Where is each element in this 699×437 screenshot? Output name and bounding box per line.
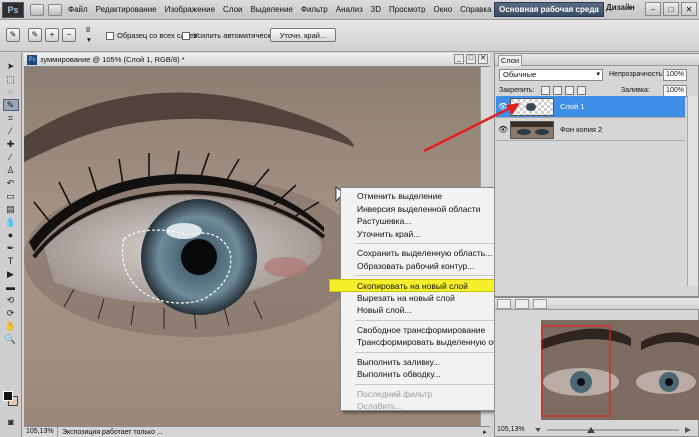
- opacity-input[interactable]: 100%: [663, 69, 687, 81]
- document-badge-icon: Ps: [27, 54, 37, 65]
- menu-image[interactable]: Изображение: [161, 5, 219, 14]
- auto-enhance-checkbox[interactable]: [182, 32, 190, 40]
- subtract-from-selection-icon[interactable]: −: [62, 28, 76, 42]
- lock-position-icon[interactable]: [565, 86, 574, 95]
- hand-tool-icon[interactable]: ✋: [3, 320, 19, 332]
- document-status-bar: 105,13% Экспозиция работает только ... ▸: [24, 426, 490, 437]
- menu-file[interactable]: Файл: [64, 5, 92, 14]
- layers-panel: Слои Обычные ▾ Непрозрачность: 100% Закр…: [494, 53, 699, 297]
- gradient-tool-icon[interactable]: ▤: [3, 203, 19, 215]
- doc-minimize-button[interactable]: _: [454, 54, 464, 64]
- document-title: зуммирование @ 105% (Слой 1, RGB/8) *: [40, 55, 185, 64]
- navigator-tab-icon[interactable]: [515, 299, 529, 309]
- navigator-thumbnail: [541, 320, 699, 420]
- blend-mode-select[interactable]: Обычные ▾: [499, 69, 603, 81]
- layers-tab-bar: Слои: [495, 54, 699, 66]
- menu-layers[interactable]: Слои: [219, 5, 246, 14]
- eraser-tool-icon[interactable]: ▭: [3, 190, 19, 202]
- menu-select[interactable]: Выделение: [246, 5, 296, 14]
- menu-analysis[interactable]: Анализ: [332, 5, 367, 14]
- document-controls: _ □ ✕: [454, 54, 488, 64]
- brush-picker-chevron-icon[interactable]: ▾: [87, 35, 91, 44]
- auto-enhance-label: Усилить автоматически: [193, 31, 275, 40]
- dodge-tool-icon[interactable]: ●: [3, 229, 19, 241]
- menu-help[interactable]: Справка: [456, 5, 495, 14]
- 3d-rotate-tool-icon[interactable]: ⟲: [3, 294, 19, 306]
- menu-bar: Ps Файл Редактирование Изображение Слои …: [0, 0, 699, 20]
- layer-name[interactable]: Фон копия 2: [560, 125, 602, 134]
- lasso-tool-icon[interactable]: ◌: [3, 86, 19, 98]
- maximize-button[interactable]: □: [663, 2, 679, 16]
- document-tab[interactable]: Ps зуммирование @ 105% (Слой 1, RGB/8) *…: [24, 53, 490, 67]
- navigator-preview[interactable]: [541, 320, 699, 420]
- clone-stamp-tool-icon[interactable]: ♙: [3, 164, 19, 176]
- fill-label: Заливка:: [621, 87, 650, 94]
- annotation-arrow: [423, 103, 520, 153]
- status-zoom[interactable]: 105,13%: [24, 427, 58, 437]
- photoshop-logo: Ps: [2, 1, 24, 18]
- mini-bridge-icon[interactable]: [48, 3, 62, 16]
- eyedropper-tool-icon[interactable]: ⁄: [3, 125, 19, 137]
- healing-brush-tool-icon[interactable]: ✚: [3, 138, 19, 150]
- bridge-icon[interactable]: [30, 3, 44, 16]
- navigator-panel: 105,13%: [494, 297, 699, 437]
- quick-selection-tool-icon[interactable]: ✎: [6, 28, 20, 42]
- brush-size-value[interactable]: 8: [86, 25, 90, 34]
- window-controls: – □ ✕: [645, 2, 697, 16]
- menu-3d[interactable]: 3D: [367, 5, 385, 14]
- quick-selection-tool-icon[interactable]: ✎: [2, 99, 19, 111]
- layer-name[interactable]: Слой 1: [560, 102, 585, 111]
- histogram-tab-icon[interactable]: [497, 299, 511, 309]
- layers-tab[interactable]: Слои: [498, 55, 522, 66]
- workspace-button[interactable]: Основная рабочая среда: [494, 2, 604, 17]
- lock-transparency-icon[interactable]: [541, 86, 550, 95]
- brush-tool-icon[interactable]: ∕: [3, 151, 19, 163]
- info-tab-icon[interactable]: [533, 299, 547, 309]
- shape-tool-icon[interactable]: ▬: [3, 281, 19, 293]
- minimize-button[interactable]: –: [645, 2, 661, 16]
- blend-mode-value: Обычные: [503, 70, 537, 79]
- path-selection-tool-icon[interactable]: ▶: [3, 268, 19, 280]
- crop-tool-icon[interactable]: ⌗: [3, 112, 19, 124]
- lock-label: Закрепить:: [499, 87, 535, 94]
- navigator-tab-icons: [495, 298, 549, 310]
- foreground-color-swatch[interactable]: [3, 391, 13, 401]
- quick-mask-icon[interactable]: ◙: [3, 416, 19, 428]
- doc-maximize-button[interactable]: □: [466, 54, 476, 64]
- chevron-down-icon: ▾: [596, 71, 600, 78]
- lock-all-icon[interactable]: [577, 86, 586, 95]
- refine-edge-button[interactable]: Уточн. край...: [270, 28, 336, 42]
- blur-tool-icon[interactable]: 💧: [3, 216, 19, 228]
- navigator-zoom-slider[interactable]: [531, 426, 696, 434]
- menu-window[interactable]: Окно: [430, 5, 457, 14]
- history-brush-tool-icon[interactable]: ↶: [3, 177, 19, 189]
- lock-pixels-icon[interactable]: [553, 86, 562, 95]
- navigator-tab-bar: [495, 298, 699, 310]
- workspace-more-chevron[interactable]: »: [628, 3, 632, 12]
- new-selection-icon[interactable]: ✎: [28, 28, 42, 42]
- color-swatches[interactable]: [3, 391, 19, 407]
- zoom-tool-icon[interactable]: 🔍: [3, 333, 19, 345]
- menu-view[interactable]: Просмотр: [385, 5, 430, 14]
- navigator-zoom-value[interactable]: 105,13%: [497, 426, 525, 433]
- menu-filter[interactable]: Фильтр: [297, 5, 332, 14]
- close-button[interactable]: ✕: [681, 2, 697, 16]
- marquee-tool-icon[interactable]: ⬚: [3, 73, 19, 85]
- status-info-text: Экспозиция работает только ...: [62, 428, 163, 436]
- layers-scrollbar[interactable]: [687, 96, 698, 286]
- 3d-camera-tool-icon[interactable]: ⟳: [3, 307, 19, 319]
- status-menu-arrow-icon[interactable]: ▸: [480, 428, 490, 436]
- pen-tool-icon[interactable]: ✒: [3, 242, 19, 254]
- add-to-selection-icon[interactable]: +: [45, 28, 59, 42]
- tools-panel: ➤ ⬚ ◌ ✎ ⌗ ⁄ ✚ ∕ ♙ ↶ ▭ ▤ 💧 ● ✒ T ▶ ▬ ⟲ ⟳ …: [0, 53, 22, 437]
- type-tool-icon[interactable]: T: [3, 255, 19, 267]
- opacity-label: Непрозрачность:: [609, 71, 664, 78]
- menu-edit[interactable]: Редактирование: [92, 5, 161, 14]
- sample-all-layers-checkbox[interactable]: [106, 32, 114, 40]
- options-bar: ✎ ✎ + − 8 ▾ Образец со всех слоев Усилит…: [0, 20, 699, 52]
- move-tool-icon[interactable]: ➤: [3, 60, 19, 72]
- doc-close-button[interactable]: ✕: [478, 54, 488, 64]
